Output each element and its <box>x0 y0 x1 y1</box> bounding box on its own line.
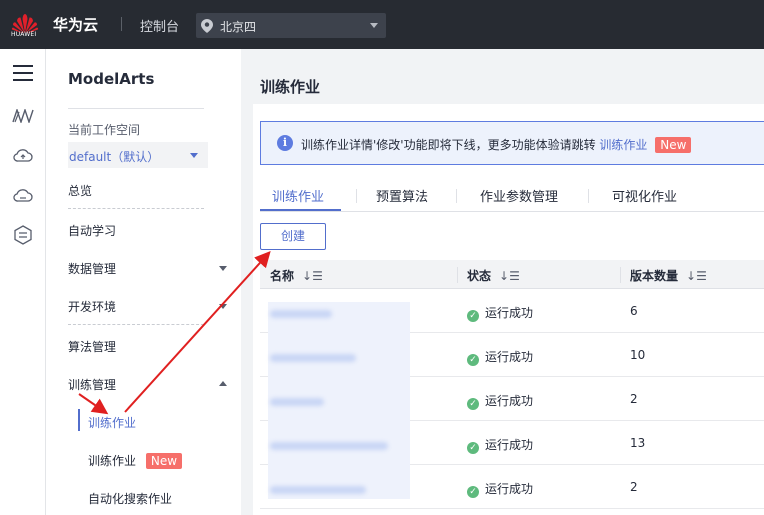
redacted-job-name <box>270 442 388 450</box>
hexagon-icon[interactable] <box>11 223 35 247</box>
active-indicator <box>78 409 80 431</box>
nav-item-overview[interactable]: 总览 <box>68 182 92 199</box>
nav-subitem-training-job-new[interactable]: 训练作业 New <box>88 452 183 469</box>
status-cell: ✓ 运行成功 <box>467 480 533 498</box>
success-icon: ✓ <box>467 310 479 322</box>
console-link[interactable]: 控制台 <box>140 16 179 35</box>
divider <box>68 324 204 325</box>
status-text: 运行成功 <box>485 350 534 364</box>
redacted-job-name <box>270 354 356 362</box>
redacted-job-name <box>270 310 332 318</box>
divider <box>68 108 204 109</box>
side-nav: ModelArts 当前工作空间 default（默认） 总览 自动学习 数据管… <box>47 49 246 515</box>
menu-icon[interactable] <box>11 61 35 85</box>
versions-cell: 6 <box>630 304 638 318</box>
workspace-value: default（默认） <box>69 150 160 164</box>
versions-cell: 2 <box>630 480 638 494</box>
status-text: 运行成功 <box>485 394 534 408</box>
cloud-upload-icon[interactable] <box>11 143 35 167</box>
column-header-status[interactable]: 状态 ↓☰ <box>467 267 520 284</box>
divider <box>356 189 357 203</box>
sort-icon[interactable]: ↓☰ <box>686 269 707 283</box>
chevron-down-icon[interactable] <box>219 266 227 271</box>
versions-cell: 2 <box>630 392 638 406</box>
success-icon: ✓ <box>467 354 479 366</box>
tab-visualization-job[interactable]: 可视化作业 <box>612 186 677 205</box>
status-cell: ✓ 运行成功 <box>467 304 533 322</box>
chevron-up-icon[interactable] <box>219 381 227 386</box>
page-title: 训练作业 <box>260 78 321 96</box>
status-cell: ✓ 运行成功 <box>467 348 533 366</box>
sort-icon[interactable]: ↓☰ <box>499 269 520 283</box>
chevron-down-icon <box>190 153 198 158</box>
tab-bar: 训练作业 预置算法 作业参数管理 可视化作业 <box>260 180 764 212</box>
redacted-job-name <box>270 398 324 406</box>
notice-link[interactable]: 训练作业 <box>599 138 647 152</box>
column-versions-label: 版本数量 <box>630 269 679 283</box>
tab-training-job[interactable]: 训练作业 <box>272 186 324 205</box>
divider <box>620 267 621 283</box>
success-icon: ✓ <box>467 442 479 454</box>
redacted-names <box>268 302 410 499</box>
nav-item-auto-learning[interactable]: 自动学习 <box>68 222 116 239</box>
status-text: 运行成功 <box>485 306 534 320</box>
column-header-name[interactable]: 名称 ↓☰ <box>270 267 323 284</box>
column-status-label: 状态 <box>467 269 492 283</box>
nav-title: ModelArts <box>68 70 155 88</box>
brand-name[interactable]: 华为云 <box>53 14 98 35</box>
versions-cell: 10 <box>630 348 646 362</box>
divider <box>457 267 458 283</box>
sort-icon[interactable]: ↓☰ <box>302 269 323 283</box>
new-badge: New <box>145 453 183 469</box>
tab-job-params[interactable]: 作业参数管理 <box>480 186 558 205</box>
redacted-job-name <box>270 486 366 494</box>
divider <box>588 189 589 203</box>
nav-subitem-auto-search[interactable]: 自动化搜索作业 <box>88 490 172 507</box>
column-header-versions[interactable]: 版本数量 ↓☰ <box>630 267 707 284</box>
cloud-icon[interactable] <box>11 183 35 207</box>
nav-item-dev-environment[interactable]: 开发环境 <box>68 298 116 315</box>
workspace-label: 当前工作空间 <box>68 123 141 137</box>
success-icon: ✓ <box>467 398 479 410</box>
modelarts-icon[interactable] <box>11 104 35 128</box>
divider <box>456 189 457 203</box>
table-header: 名称 ↓☰ 状态 ↓☰ 版本数量 ↓☰ <box>260 260 764 289</box>
status-text: 运行成功 <box>485 482 534 496</box>
workspace-select[interactable]: default（默认） <box>68 142 208 168</box>
versions-cell: 13 <box>630 436 646 450</box>
chevron-down-icon <box>370 23 378 28</box>
success-icon: ✓ <box>467 486 479 498</box>
notice-banner: i 训练作业详情'修改'功能即将下线，更多功能体验请跳转 训练作业 New <box>260 121 764 165</box>
tab-preset-algorithm[interactable]: 预置算法 <box>376 186 428 205</box>
new-badge: New <box>655 137 692 153</box>
nav-subitem-training-job[interactable]: 训练作业 <box>88 414 136 431</box>
create-button[interactable]: 创建 <box>260 223 326 250</box>
location-pin-icon <box>201 19 213 33</box>
service-rail <box>0 49 46 515</box>
chevron-down-icon[interactable] <box>219 304 227 309</box>
region-selector[interactable]: 北京四 <box>196 13 386 38</box>
nav-item-algorithm-management[interactable]: 算法管理 <box>68 338 116 355</box>
info-icon: i <box>277 135 293 151</box>
status-cell: ✓ 运行成功 <box>467 436 533 454</box>
notice-message: 训练作业详情'修改'功能即将下线，更多功能体验请跳转 <box>301 138 600 152</box>
region-label: 北京四 <box>220 20 257 34</box>
logo-text: HUAWEI <box>11 31 37 38</box>
status-cell: ✓ 运行成功 <box>467 392 533 410</box>
status-text: 运行成功 <box>485 438 534 452</box>
nav-item-training-management[interactable]: 训练管理 <box>68 376 116 393</box>
divider <box>68 208 204 209</box>
top-bar: HUAWEI 华为云 控制台 北京四 <box>0 0 764 49</box>
active-tab-indicator <box>260 209 341 211</box>
nav-subitem-label: 训练作业 <box>88 454 137 468</box>
divider <box>121 17 122 31</box>
nav-item-data-management[interactable]: 数据管理 <box>68 260 116 277</box>
notice-text: 训练作业详情'修改'功能即将下线，更多功能体验请跳转 训练作业 New <box>301 136 692 153</box>
column-name-label: 名称 <box>270 269 295 283</box>
